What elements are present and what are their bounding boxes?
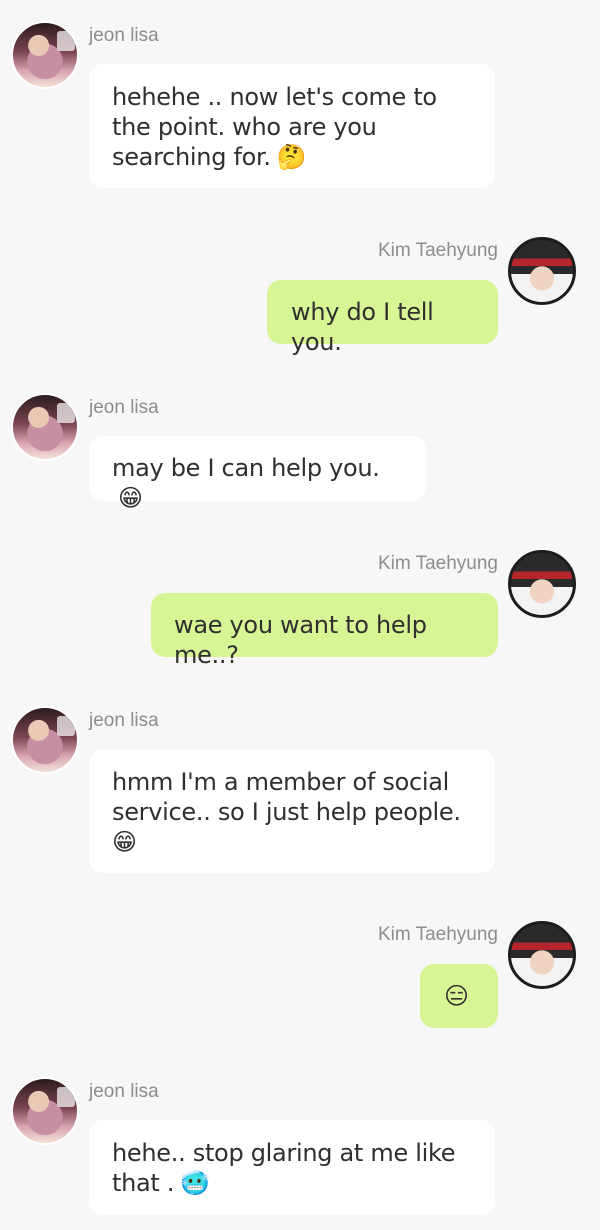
- sender-avatar[interactable]: [508, 921, 576, 989]
- sender-name: jeon lisa: [89, 1081, 159, 1102]
- message-outgoing: Kim Taehyung why do I tell you.: [0, 0, 600, 360]
- message-text: hehe.. stop glaring at me like that .: [112, 1139, 456, 1197]
- sender-avatar[interactable]: [11, 1077, 79, 1145]
- sender-name: Kim Taehyung: [377, 240, 498, 261]
- sender-avatar[interactable]: [508, 237, 576, 305]
- expressionless-face-icon: 😑: [444, 982, 469, 1010]
- message-bubble[interactable]: wae you want to help me..?: [151, 593, 498, 669]
- message-bubble[interactable]: hehe.. stop glaring at me like that . 🥶: [89, 1120, 495, 1215]
- message-incoming: jeon lisa hehe.. stop glaring at me like…: [0, 1056, 600, 1230]
- message-outgoing: Kim Taehyung wae you want to help me..?: [0, 313, 600, 673]
- message-text: wae you want to help me..?: [174, 611, 427, 669]
- message-bubble[interactable]: 😑: [420, 964, 498, 1028]
- sender-name: Kim Taehyung: [377, 924, 498, 945]
- cold-face-icon: 🥶: [180, 1169, 210, 1197]
- chat-thread: jeon lisa hehehe .. now let's come to th…: [0, 0, 600, 1230]
- message-outgoing: Kim Taehyung 😑: [0, 684, 600, 1044]
- sender-name: Kim Taehyung: [377, 553, 498, 574]
- sender-avatar[interactable]: [508, 550, 576, 618]
